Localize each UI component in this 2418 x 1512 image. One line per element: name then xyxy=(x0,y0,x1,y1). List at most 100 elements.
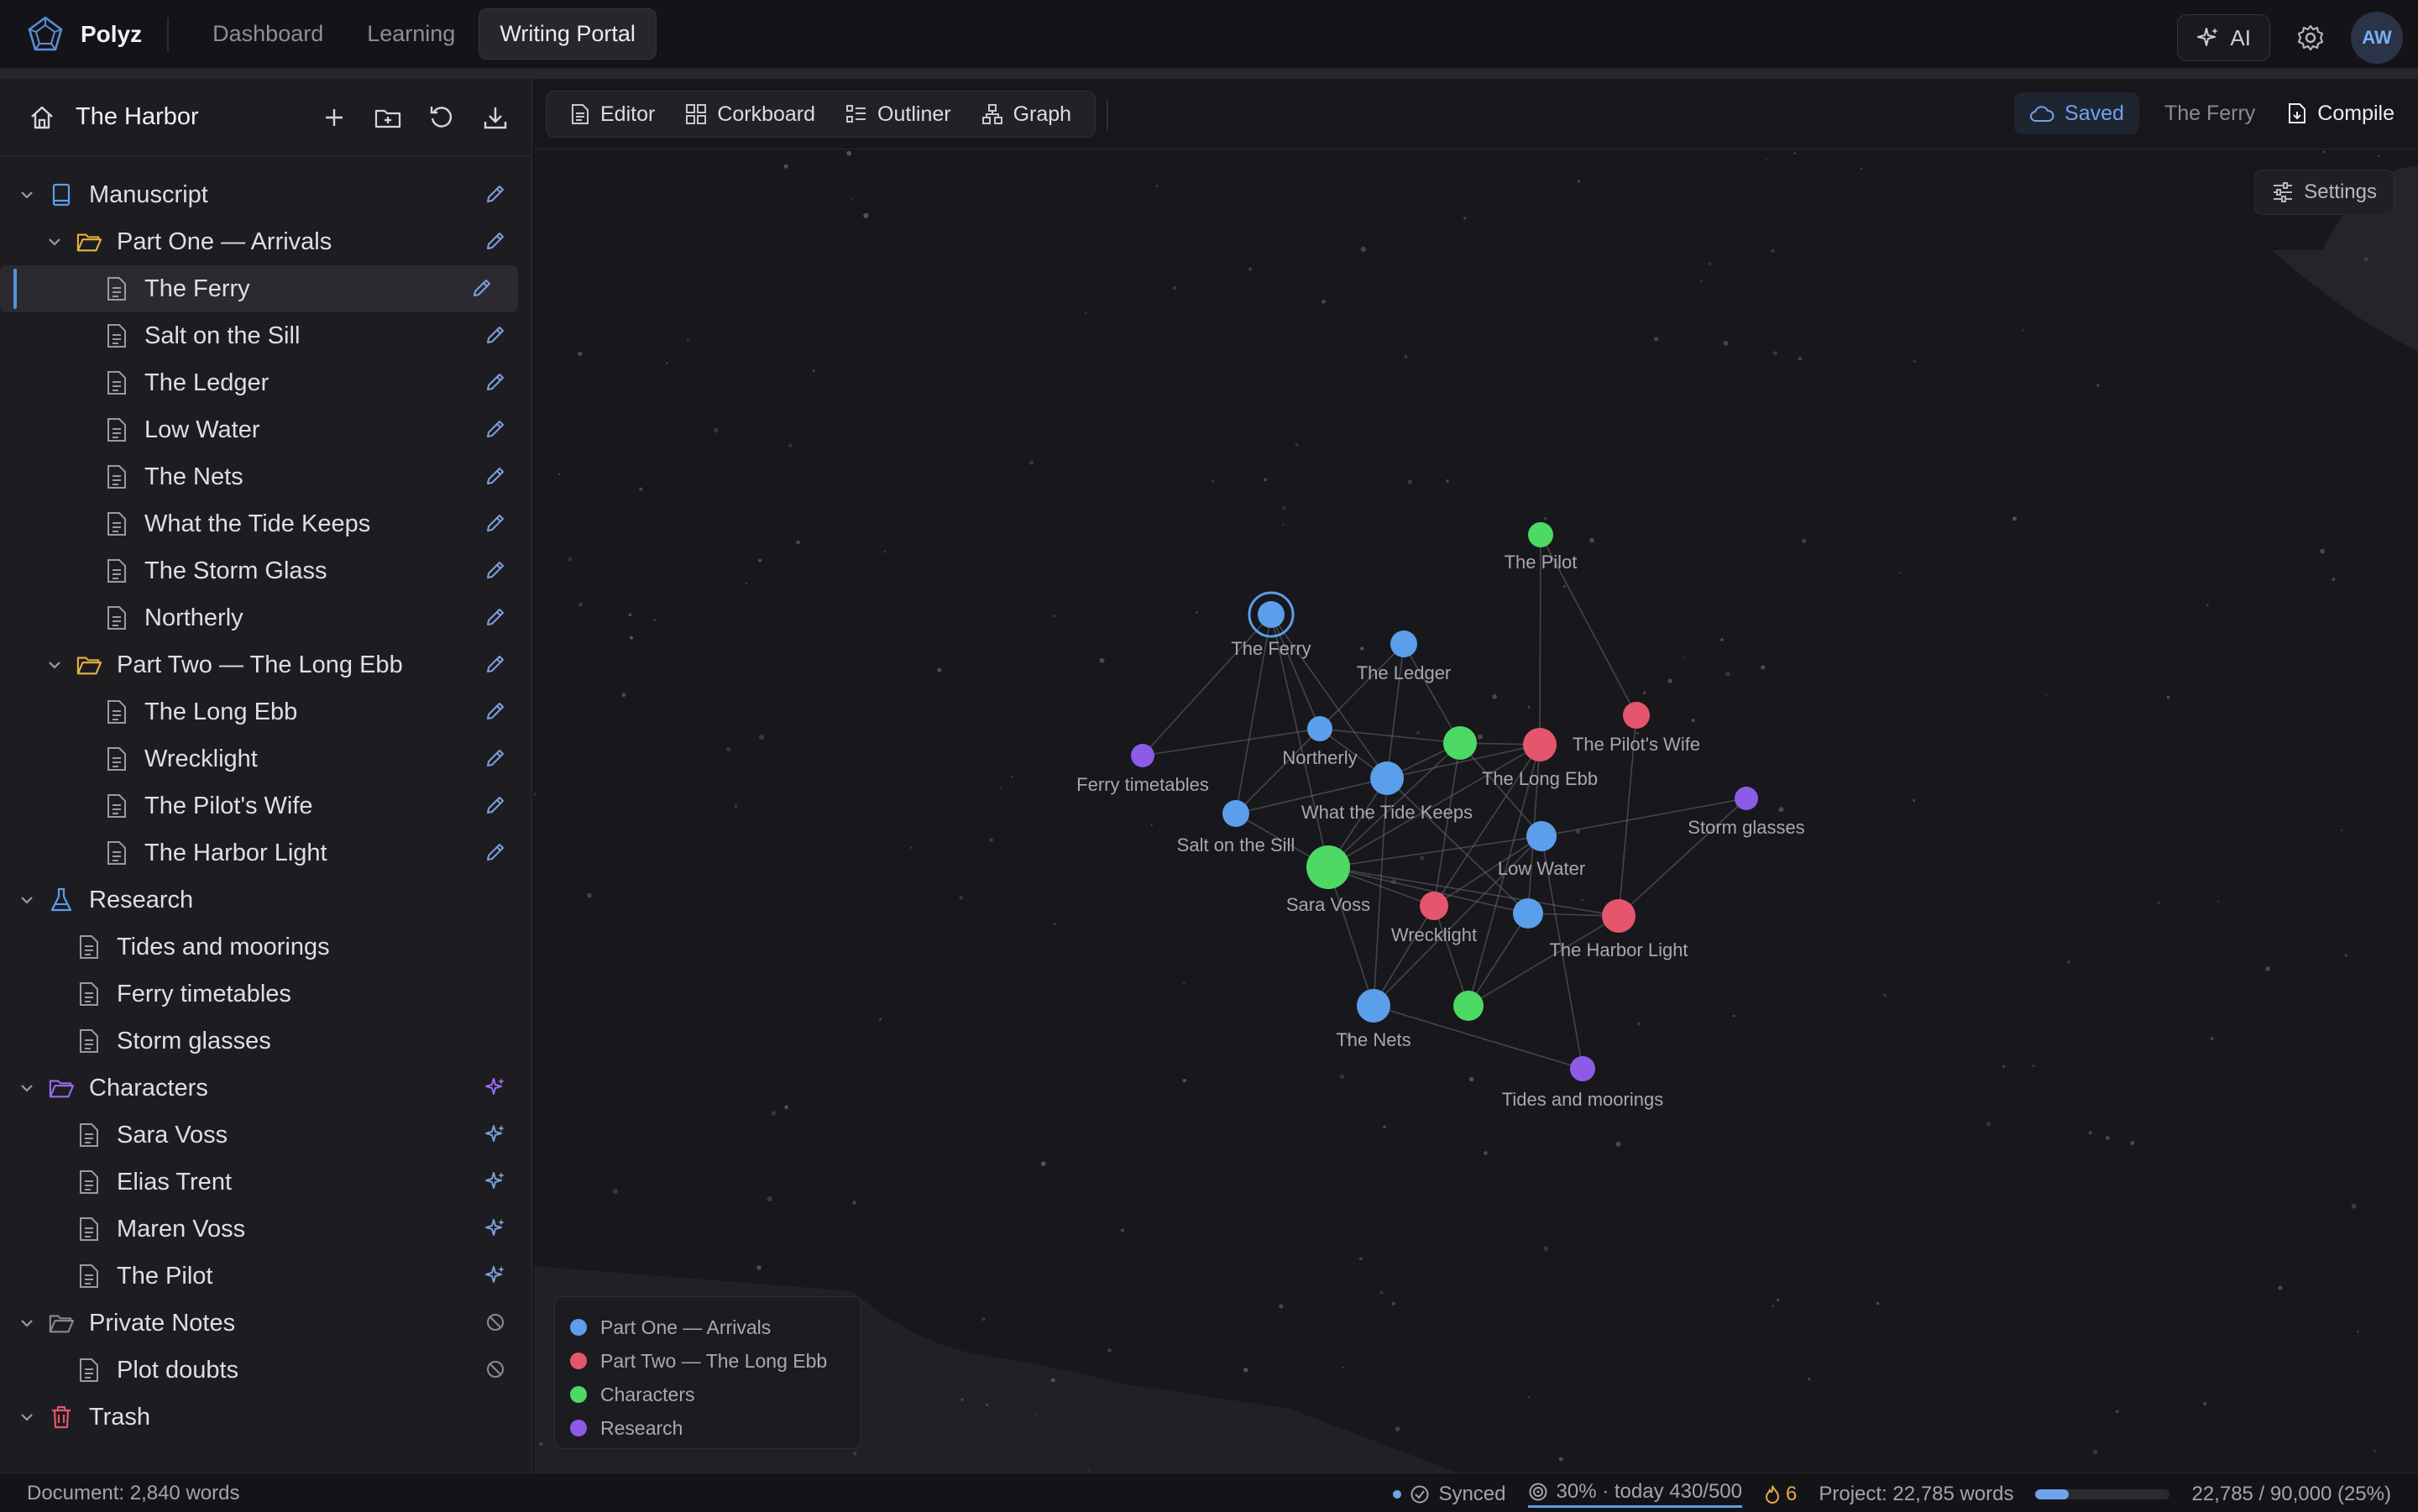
tree-item-private-notes[interactable]: Private Notes xyxy=(0,1300,531,1347)
graph-node-ferrytt[interactable]: Ferry timetables xyxy=(1076,744,1209,795)
tree-item-the-storm-glass[interactable]: The Storm Glass xyxy=(0,547,531,594)
graph-settings-button[interactable]: Settings xyxy=(2254,170,2394,215)
graph-node-tides[interactable]: Tides and moorings xyxy=(1502,1056,1663,1110)
graph-node-char1[interactable] xyxy=(1443,726,1477,760)
refresh-icon[interactable] xyxy=(427,103,456,132)
graph-node-stormg[interactable]: Storm glasses xyxy=(1688,787,1805,838)
graph-node-salt[interactable]: Salt on the Sill xyxy=(1177,800,1295,855)
tree-item-plot-doubts[interactable]: Plot doubts xyxy=(0,1347,531,1394)
graph-node-pilotswife[interactable]: The Pilot's Wife xyxy=(1573,702,1700,755)
tree-item-elias-trent[interactable]: Elias Trent xyxy=(0,1159,531,1206)
tree-item-part-one-arrivals[interactable]: Part One — Arrivals xyxy=(0,218,531,265)
chevron-down-icon[interactable] xyxy=(44,232,65,252)
tree-item-salt-on-the-sill[interactable]: Salt on the Sill xyxy=(0,312,531,359)
user-avatar[interactable]: AW xyxy=(2351,12,2403,64)
daily-goal[interactable]: 30% · today 430/500 xyxy=(1527,1480,1742,1508)
add-icon[interactable] xyxy=(320,103,348,132)
tree-item-the-long-ebb[interactable]: The Long Ebb xyxy=(0,688,531,735)
tree-item-part-two-the-long-ebb[interactable]: Part Two — The Long Ebb xyxy=(0,641,531,688)
tree-item-research[interactable]: Research xyxy=(0,876,531,923)
graph-node-pilot[interactable]: The Pilot xyxy=(1505,522,1578,573)
pencil-icon[interactable] xyxy=(471,277,493,299)
nav-tab-dashboard[interactable]: Dashboard xyxy=(192,9,343,59)
brand[interactable]: Polyz xyxy=(25,14,142,55)
graph-node-stormglass[interactable] xyxy=(1513,898,1543,929)
tree-item-storm-glasses[interactable]: Storm glasses xyxy=(0,1018,531,1065)
chevron-down-icon[interactable] xyxy=(17,185,37,205)
tree-item-the-pilot[interactable]: The Pilot xyxy=(0,1253,531,1300)
view-tab-corkboard[interactable]: Corkboard xyxy=(670,94,830,134)
pencil-icon[interactable] xyxy=(484,230,506,252)
tree-item-tides-and-moorings[interactable]: Tides and moorings xyxy=(0,923,531,971)
pencil-icon[interactable] xyxy=(484,371,506,393)
view-tab-graph[interactable]: Graph xyxy=(966,94,1086,134)
pencil-icon[interactable] xyxy=(484,418,506,440)
sparkle-icon[interactable] xyxy=(484,1123,506,1145)
chevron-down-icon[interactable] xyxy=(17,890,37,910)
blocked-icon[interactable] xyxy=(484,1358,506,1380)
pencil-icon[interactable] xyxy=(484,324,506,346)
chevron-down-icon[interactable] xyxy=(17,1078,37,1098)
view-tab-editor[interactable]: Editor xyxy=(555,94,670,134)
tree-item-the-pilot-s-wife[interactable]: The Pilot's Wife xyxy=(0,782,531,829)
tree-item-the-ferry[interactable]: The Ferry xyxy=(0,265,518,312)
download-icon[interactable] xyxy=(481,103,510,132)
compile-button[interactable]: Compile xyxy=(2280,102,2401,126)
pencil-icon[interactable] xyxy=(484,747,506,769)
pencil-icon[interactable] xyxy=(484,700,506,722)
star xyxy=(653,619,657,621)
graph-node-sara[interactable]: Sara Voss xyxy=(1286,845,1370,915)
star xyxy=(2044,693,2048,696)
chevron-down-icon[interactable] xyxy=(17,1313,37,1333)
tree-item-wrecklight[interactable]: Wrecklight xyxy=(0,735,531,782)
tree-item-sara-voss[interactable]: Sara Voss xyxy=(0,1112,531,1159)
tree-item-manuscript[interactable]: Manuscript xyxy=(0,171,531,218)
star xyxy=(1860,167,1863,170)
tree-item-low-water[interactable]: Low Water xyxy=(0,406,531,453)
star xyxy=(2265,966,2270,971)
sparkle-icon[interactable] xyxy=(484,1170,506,1192)
graph-view[interactable]: The Ferry The Ledger The Pilot The Pilot's … xyxy=(534,149,2418,1473)
document-icon xyxy=(104,511,129,536)
pencil-icon[interactable] xyxy=(484,559,506,581)
settings-button[interactable] xyxy=(2289,16,2332,60)
tree-item-label: Tides and moorings xyxy=(117,933,330,960)
tree-item-northerly[interactable]: Northerly xyxy=(0,594,531,641)
pencil-icon[interactable] xyxy=(484,794,506,816)
chevron-down-icon[interactable] xyxy=(44,655,65,675)
star xyxy=(1793,152,1796,154)
chevron-down-icon[interactable] xyxy=(17,1407,37,1427)
new-folder-icon[interactable] xyxy=(374,103,402,132)
graph-canvas[interactable]: The Ferry The Ledger The Pilot The Pilot's … xyxy=(534,149,2418,1473)
graph-node-nets[interactable]: The Nets xyxy=(1336,989,1411,1050)
pencil-icon[interactable] xyxy=(484,606,506,628)
tree-item-the-harbor-light[interactable]: The Harbor Light xyxy=(0,829,531,876)
tree-item-the-nets[interactable]: The Nets xyxy=(0,453,531,500)
trash-icon xyxy=(49,1405,74,1430)
sparkle-icon[interactable] xyxy=(484,1264,506,1286)
pencil-icon[interactable] xyxy=(484,512,506,534)
tree-item-ferry-timetables[interactable]: Ferry timetables xyxy=(0,971,531,1018)
pencil-icon[interactable] xyxy=(484,183,506,205)
blocked-icon[interactable] xyxy=(484,1311,506,1333)
tree-item-trash[interactable]: Trash xyxy=(0,1394,531,1441)
view-tab-outliner[interactable]: Outliner xyxy=(830,94,966,134)
sparkle-icon[interactable] xyxy=(484,1076,506,1098)
tree-item-characters[interactable]: Characters xyxy=(0,1065,531,1112)
graph-node-wreck[interactable]: Wrecklight xyxy=(1391,892,1477,945)
sparkle-icon[interactable] xyxy=(484,1217,506,1239)
pencil-icon[interactable] xyxy=(484,465,506,487)
tree-item-maren-voss[interactable]: Maren Voss xyxy=(0,1206,531,1253)
pencil-icon[interactable] xyxy=(484,841,506,863)
nav-tab-writing-portal[interactable]: Writing Portal xyxy=(479,8,657,60)
graph-node-char2[interactable] xyxy=(1453,991,1484,1021)
nav-tab-learning[interactable]: Learning xyxy=(347,9,475,59)
pencil-icon[interactable] xyxy=(484,653,506,675)
home-icon[interactable] xyxy=(29,104,55,131)
ai-button[interactable]: AI xyxy=(2177,14,2270,61)
graph-node-northerly[interactable]: Northerly xyxy=(1282,716,1358,768)
graph-node-ferry[interactable]: The Ferry xyxy=(1231,591,1311,659)
tree-item-the-ledger[interactable]: The Ledger xyxy=(0,359,531,406)
graph-node-ledger[interactable]: The Ledger xyxy=(1357,630,1452,683)
tree-item-what-the-tide-keeps[interactable]: What the Tide Keeps xyxy=(0,500,531,547)
